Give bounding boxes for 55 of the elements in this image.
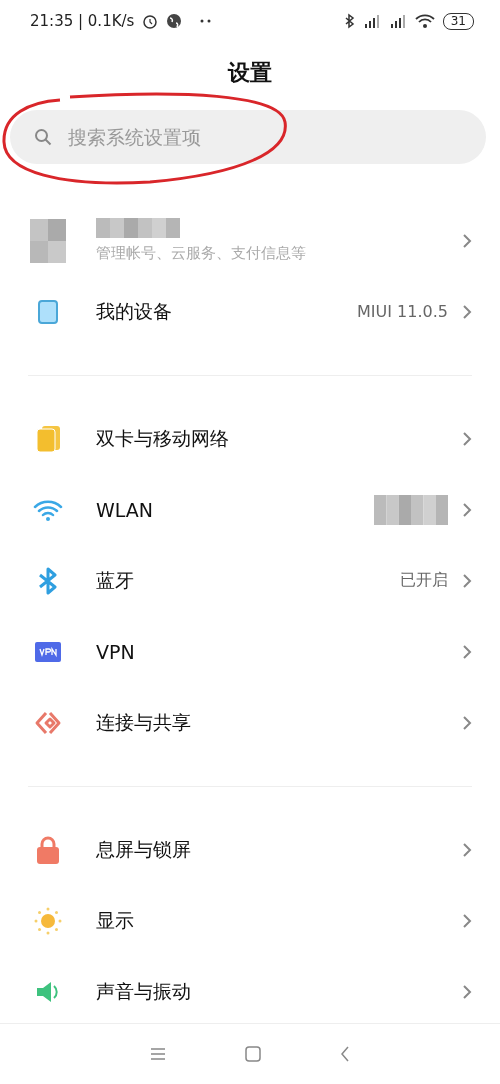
settings-item[interactable]: 蓝牙 已开启 <box>0 545 500 616</box>
chevron-right-icon <box>462 643 472 660</box>
settings-item[interactable]: 显示 <box>0 885 500 956</box>
account-subtitle: 管理帐号、云服务、支付信息等 <box>96 244 307 263</box>
item-label: VPN <box>96 640 136 663</box>
battery-level: 31 <box>442 12 474 30</box>
item-label: 显示 <box>96 907 135 933</box>
settings-item[interactable]: 我的设备 MIUI 11.0.5 <box>0 276 500 347</box>
globe-icon <box>166 13 183 29</box>
item-label: 连接与共享 <box>96 709 192 735</box>
speaker-icon <box>35 979 61 1004</box>
item-label: 双卡与移动网络 <box>96 425 230 451</box>
chevron-right-icon <box>462 714 472 731</box>
chevron-right-icon <box>462 232 472 249</box>
settings-item[interactable]: 连接与共享 <box>0 687 500 758</box>
chevron-right-icon <box>462 841 472 858</box>
alarm-clock-icon <box>142 13 159 29</box>
avatar-blurred-drawing <box>30 218 66 263</box>
wifi-icon <box>33 498 63 521</box>
search-icon <box>34 128 52 146</box>
sun-icon <box>34 906 62 935</box>
page-title: 设置 <box>226 59 273 87</box>
menu-icon[interactable] <box>149 1047 166 1061</box>
vpn-badge-icon <box>35 641 61 662</box>
settings-item[interactable]: 声音与振动 <box>0 956 500 1023</box>
chevron-right-icon <box>462 430 472 447</box>
settings-item[interactable]: 双卡与移动网络 <box>0 403 500 474</box>
item-label: 息屏与锁屏 <box>96 836 192 862</box>
chevron-right-icon <box>462 303 472 320</box>
tablet-icon <box>38 299 58 324</box>
chevron-right-icon <box>462 501 472 518</box>
search-field[interactable]: 搜索系统设置项 <box>10 110 486 164</box>
signal-icon <box>362 13 381 29</box>
bluetooth-icon <box>37 566 59 595</box>
chevron-right-icon <box>462 912 472 929</box>
status-time: 21:35 | 0.1K/s <box>30 12 135 30</box>
item-label: 声音与振动 <box>96 978 192 1004</box>
bluetooth-icon <box>344 13 355 29</box>
chevron-right-icon <box>462 983 472 1000</box>
item-value: MIUI 11.0.5 <box>357 302 448 321</box>
item-label: 我的设备 <box>96 298 173 324</box>
settings-item[interactable]: 息屏与锁屏 <box>0 814 500 885</box>
settings-item[interactable]: VPN <box>0 616 500 687</box>
back-icon[interactable] <box>340 1046 351 1062</box>
signal-icon <box>388 13 407 29</box>
wifi-icon <box>414 13 435 29</box>
lock-icon <box>36 835 60 864</box>
item-label: 蓝牙 <box>96 567 135 593</box>
item-value: 已开启 <box>400 570 448 591</box>
settings-item[interactable]: WLAN <box>0 474 500 545</box>
chevron-right-icon <box>462 572 472 589</box>
item-label: WLAN <box>96 498 155 521</box>
home-square-icon[interactable] <box>245 1046 261 1062</box>
sim-cards-icon <box>36 425 60 452</box>
more-dots-icon <box>200 19 213 23</box>
